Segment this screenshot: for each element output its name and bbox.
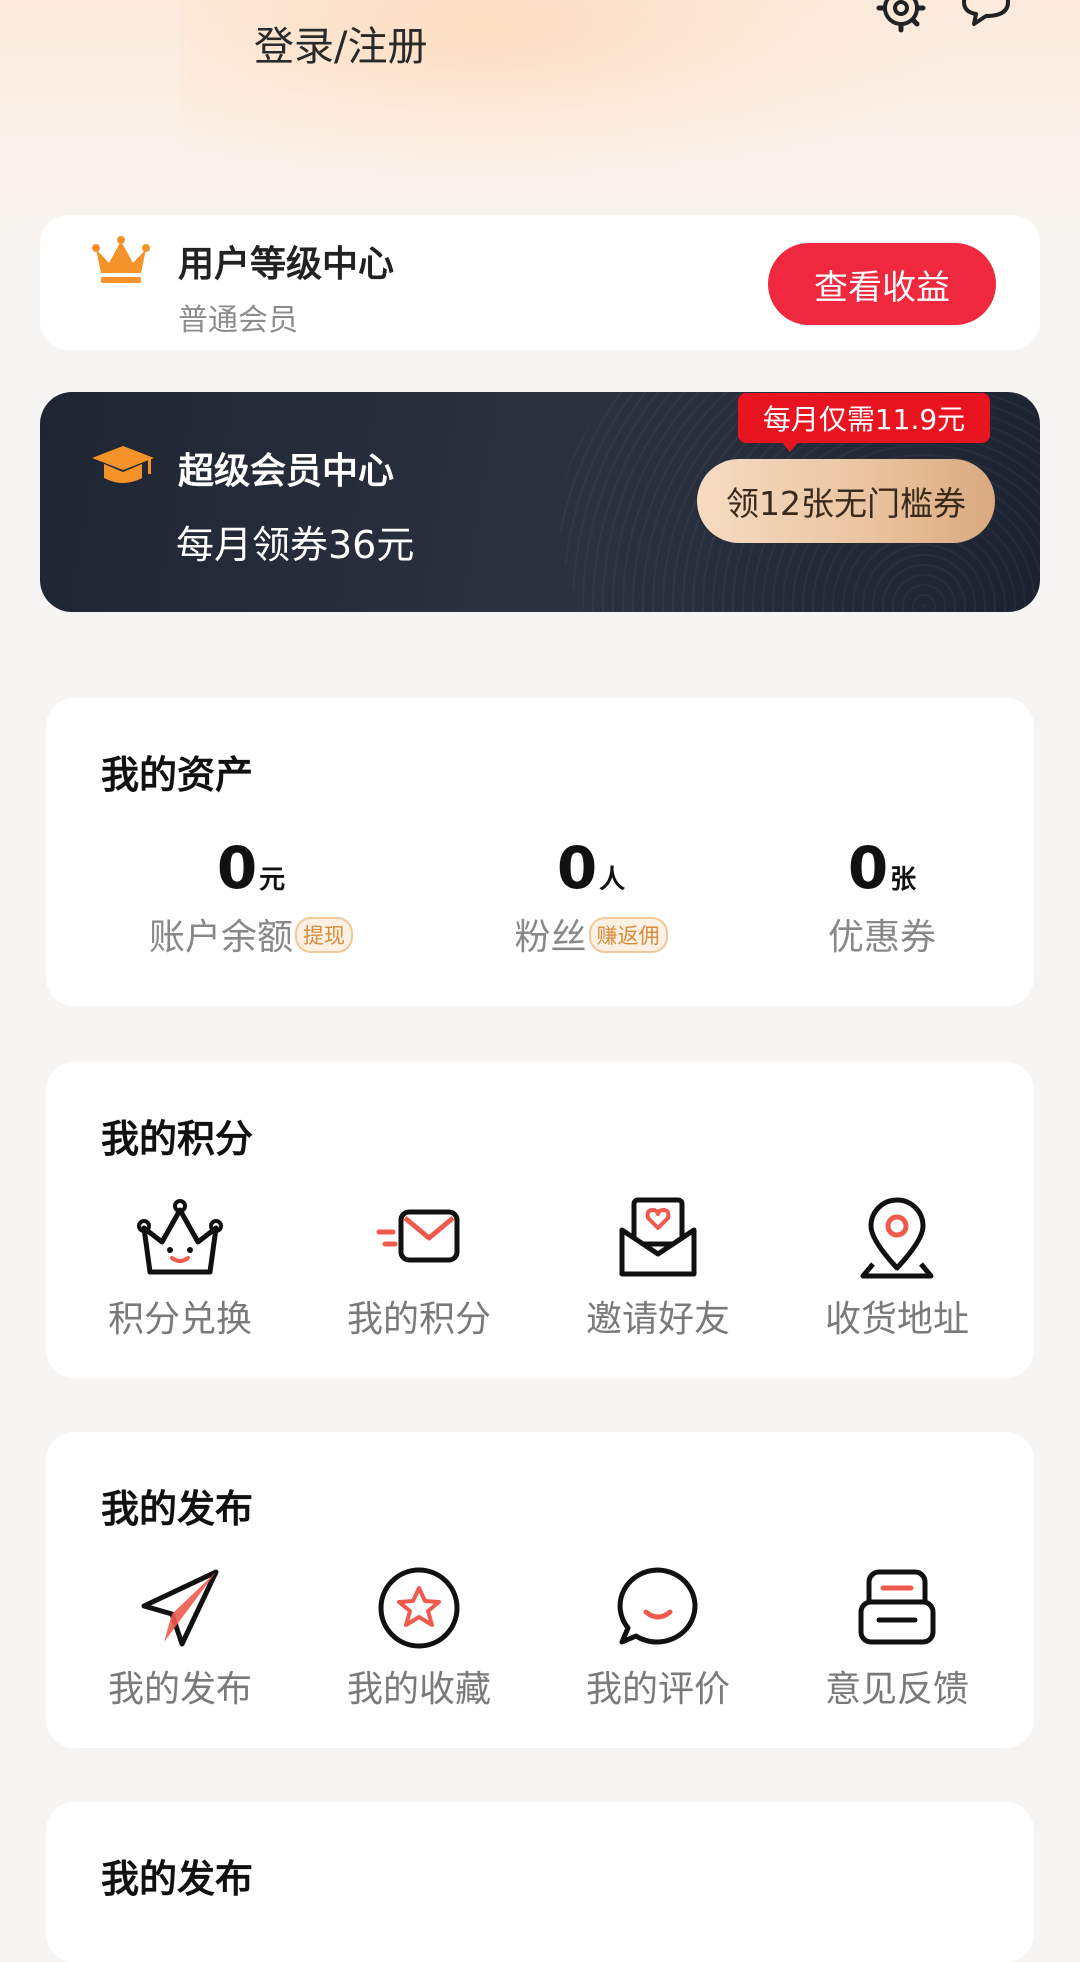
- my-publish-card: 我的发布 我的发布 我的收藏 我的评价 意见反馈: [46, 1432, 1034, 1748]
- section-title-more: 我的发布: [101, 1857, 254, 1901]
- claim-coupons-button[interactable]: 领12张无门槛券: [697, 459, 995, 543]
- feedback-box-icon: [858, 1569, 936, 1645]
- feedback-item[interactable]: 意见反馈: [777, 1562, 1017, 1712]
- coupons-unit: 张: [890, 865, 917, 895]
- my-points-label: 我的积分: [346, 1299, 491, 1340]
- my-favorites-label: 我的收藏: [346, 1669, 491, 1710]
- balance-label: 账户余额: [148, 917, 293, 958]
- price-tag-badge: 每月仅需11.9元: [738, 393, 990, 443]
- fans-unit: 人: [599, 865, 626, 895]
- more-publish-card: 我的发布: [46, 1802, 1034, 1962]
- my-points-card: 我的积分 积分兑换 我的积分 邀请好友 收货地址: [46, 1062, 1034, 1378]
- login-register-link[interactable]: 登录/注册: [254, 14, 427, 72]
- invite-friends-label: 邀请好友: [585, 1299, 730, 1340]
- message-icon[interactable]: [958, 0, 1014, 36]
- user-level-card[interactable]: 用户等级中心 普通会员 查看收益: [40, 215, 1040, 350]
- heart-letter-icon: [619, 1197, 697, 1277]
- star-circle-icon: [378, 1567, 460, 1649]
- location-pin-icon: [860, 1197, 934, 1279]
- asset-fans[interactable]: 0人 粉丝 赚返佣: [441, 838, 741, 960]
- feedback-label: 意见反馈: [824, 1669, 969, 1710]
- my-points-item[interactable]: 我的积分: [299, 1192, 539, 1342]
- member-level-text: 普通会员: [178, 303, 298, 338]
- level-center-title: 用户等级中心: [178, 244, 395, 285]
- my-reviews-label: 我的评价: [585, 1669, 730, 1710]
- section-title-publish: 我的发布: [101, 1487, 254, 1531]
- my-posts-label: 我的发布: [107, 1669, 252, 1710]
- my-assets-card: 我的资产 0元 账户余额 提现 0人 粉丝 赚返佣 0张 优惠券: [46, 698, 1034, 1006]
- coupons-value: 0: [847, 834, 889, 902]
- super-member-subtitle: 每月领券36元: [176, 523, 415, 567]
- super-member-title: 超级会员中心: [178, 451, 395, 492]
- earn-commission-badge[interactable]: 赚返佣: [588, 917, 668, 953]
- view-earnings-button[interactable]: 查看收益: [768, 243, 996, 325]
- envelope-fast-icon: [376, 1209, 460, 1263]
- price-tag-pointer: [780, 440, 800, 452]
- shipping-address-label: 收货地址: [824, 1299, 969, 1340]
- points-exchange-item[interactable]: 积分兑换: [60, 1192, 300, 1342]
- section-title-assets: 我的资产: [101, 753, 254, 797]
- fans-label: 粉丝: [514, 917, 587, 958]
- crown-icon: [92, 236, 150, 283]
- points-exchange-label: 积分兑换: [107, 1299, 252, 1340]
- shipping-address-item[interactable]: 收货地址: [777, 1192, 1017, 1342]
- paper-plane-icon: [141, 1569, 219, 1647]
- graduation-cap-icon: [92, 446, 154, 483]
- withdraw-badge[interactable]: 提现: [295, 917, 353, 953]
- coupons-label: 优惠券: [827, 917, 936, 958]
- balance-value: 0: [216, 834, 258, 902]
- section-title-points: 我的积分: [101, 1117, 254, 1161]
- settings-icon[interactable]: [873, 0, 929, 36]
- asset-coupons[interactable]: 0张 优惠券: [732, 838, 1032, 960]
- my-posts-item[interactable]: 我的发布: [60, 1562, 300, 1712]
- invite-friends-item[interactable]: 邀请好友: [538, 1192, 778, 1342]
- asset-balance[interactable]: 0元 账户余额 提现: [101, 838, 401, 960]
- fans-value: 0: [556, 834, 598, 902]
- balance-unit: 元: [259, 865, 286, 895]
- my-reviews-item[interactable]: 我的评价: [538, 1562, 778, 1712]
- crown-smile-icon: [137, 1199, 223, 1275]
- chat-bubble-icon: [617, 1567, 698, 1645]
- my-favorites-item[interactable]: 我的收藏: [299, 1562, 539, 1712]
